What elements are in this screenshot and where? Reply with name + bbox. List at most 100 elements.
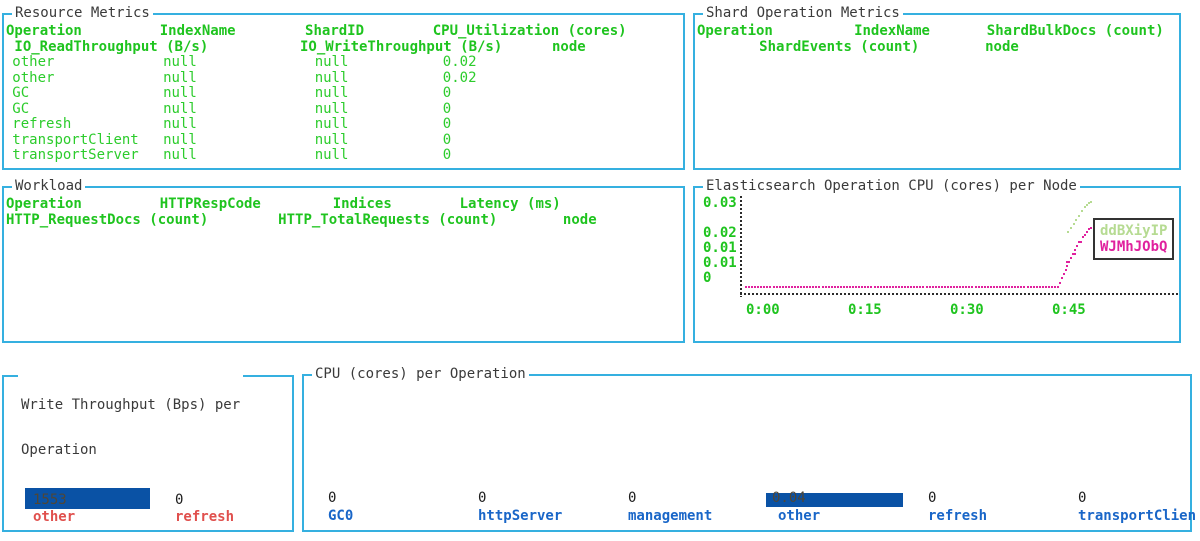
data-point-WJMhJObQ — [1045, 286, 1047, 288]
data-point-WJMhJObQ — [877, 286, 879, 288]
data-point-WJMhJObQ — [852, 286, 854, 288]
x-axis-tick-label: 0:45 — [1052, 303, 1086, 319]
data-point-WJMhJObQ — [990, 286, 992, 288]
data-point-WJMhJObQ — [922, 286, 924, 288]
bar-category-label: GC0 — [328, 509, 353, 525]
data-point-WJMhJObQ — [791, 286, 793, 288]
table-cell: 0.02 — [443, 71, 477, 87]
data-point-WJMhJObQ — [978, 286, 980, 288]
data-point-WJMhJObQ — [825, 286, 827, 288]
panel-title: Workload — [12, 179, 85, 194]
data-point-WJMhJObQ — [953, 286, 955, 288]
terminal-dashboard: Resource Metrics Operation IndexName Shard… — [0, 0, 1200, 541]
panel-title-line1: Write Throughput (Bps) per — [21, 398, 240, 413]
data-point-WJMhJObQ — [965, 286, 967, 288]
data-point-WJMhJObQ — [1048, 286, 1050, 288]
table-cell: 0 — [443, 86, 451, 102]
data-point-WJMhJObQ — [1068, 261, 1070, 263]
data-point-WJMhJObQ — [797, 286, 799, 288]
panel-title: Write Throughput (Bps) per Operation — [18, 368, 243, 488]
table-cell: null — [163, 102, 197, 118]
data-point-WJMhJObQ — [1030, 286, 1032, 288]
data-point-ddBXiyIP — [1078, 215, 1080, 217]
table-cell: 0.02 — [443, 55, 477, 71]
data-point-WJMhJObQ — [1005, 286, 1007, 288]
table-cell: node — [985, 40, 1019, 56]
data-point-WJMhJObQ — [843, 286, 845, 288]
table-cell: other — [12, 55, 54, 71]
panel-shard-operation-metrics: Shard Operation Metrics OperationIndexNa… — [693, 13, 1181, 170]
bar-value-label: 0 — [328, 491, 336, 507]
data-point-WJMhJObQ — [745, 286, 747, 288]
table-cell: ShardEvents (count) — [759, 40, 919, 56]
bar-value-label: 1553 — [33, 493, 67, 509]
data-point-WJMhJObQ — [1020, 286, 1022, 288]
data-point-WJMhJObQ — [1084, 234, 1086, 236]
table-cell: 0 — [443, 102, 451, 118]
data-point-WJMhJObQ — [779, 286, 781, 288]
table-cell: null — [315, 71, 349, 87]
data-point-WJMhJObQ — [858, 286, 860, 288]
table-cell: Operation — [6, 24, 82, 40]
data-point-WJMhJObQ — [776, 286, 778, 288]
data-point-WJMhJObQ — [880, 286, 882, 288]
table-cell: HTTPRespCode — [160, 197, 261, 213]
data-point-WJMhJObQ — [950, 286, 952, 288]
data-point-WJMhJObQ — [1027, 286, 1029, 288]
data-point-ddBXiyIP — [1073, 223, 1075, 225]
table-cell: 0 — [443, 133, 451, 149]
table-cell: Latency (ms) — [460, 197, 561, 213]
data-point-ddBXiyIP — [1084, 206, 1086, 208]
data-point-WJMhJObQ — [855, 286, 857, 288]
data-point-WJMhJObQ — [751, 286, 753, 288]
data-point-WJMhJObQ — [1070, 257, 1072, 259]
data-point-WJMhJObQ — [788, 286, 790, 288]
data-point-WJMhJObQ — [1074, 253, 1076, 255]
data-point-WJMhJObQ — [831, 286, 833, 288]
data-point-WJMhJObQ — [919, 286, 921, 288]
data-point-WJMhJObQ — [803, 286, 805, 288]
data-point-ddBXiyIP — [1070, 227, 1072, 229]
panel-resource-metrics: Resource Metrics OperationIndexNameShard… — [2, 13, 685, 170]
data-point-WJMhJObQ — [981, 286, 983, 288]
table-cell: IndexName — [160, 24, 236, 40]
table-cell: 0 — [443, 117, 451, 133]
data-point-WJMhJObQ — [846, 286, 848, 288]
data-point-WJMhJObQ — [916, 286, 918, 288]
data-point-WJMhJObQ — [782, 286, 784, 288]
table-cell: 0 — [443, 148, 451, 164]
data-point-WJMhJObQ — [773, 286, 775, 288]
panel-title: Resource Metrics — [12, 6, 153, 21]
data-point-WJMhJObQ — [971, 286, 973, 288]
table-cell: Indices — [333, 197, 392, 213]
data-point-WJMhJObQ — [913, 286, 915, 288]
data-point-WJMhJObQ — [760, 286, 762, 288]
table-cell: IO_ReadThroughput (B/s) — [14, 40, 208, 56]
data-point-WJMhJObQ — [996, 286, 998, 288]
data-point-WJMhJObQ — [1017, 286, 1019, 288]
table-cell: Operation — [697, 24, 773, 40]
bar-category-label: refresh — [928, 509, 987, 525]
data-point-WJMhJObQ — [1008, 286, 1010, 288]
table-cell: GC — [12, 86, 29, 102]
data-point-WJMhJObQ — [1014, 286, 1016, 288]
data-point-WJMhJObQ — [993, 286, 995, 288]
panel-write-throughput-chart: Write Throughput (Bps) per Operation 155… — [2, 375, 294, 532]
data-point-WJMhJObQ — [1076, 245, 1078, 247]
bar-value-label: 0 — [1078, 491, 1086, 507]
data-point-WJMhJObQ — [867, 286, 869, 288]
panel-workload: Workload OperationHTTPRespCodeIndicesLat… — [2, 186, 685, 343]
data-point-WJMhJObQ — [932, 286, 934, 288]
panel-title: Elasticsearch Operation CPU (cores) per … — [703, 179, 1080, 194]
bar-category-label: refresh — [175, 510, 234, 526]
table-cell: CPU_Utilization (cores) — [433, 24, 627, 40]
table-cell: ShardID — [305, 24, 364, 40]
x-axis-tick-label: 0:30 — [950, 303, 984, 319]
data-point-WJMhJObQ — [901, 286, 903, 288]
bar-category-label: transportClien — [1078, 509, 1196, 525]
table-cell: null — [163, 117, 197, 133]
data-point-WJMhJObQ — [785, 286, 787, 288]
table-cell: transportServer — [12, 148, 138, 164]
bar-value-label: 0 — [175, 493, 183, 509]
table-cell: ShardBulkDocs (count) — [987, 24, 1164, 40]
